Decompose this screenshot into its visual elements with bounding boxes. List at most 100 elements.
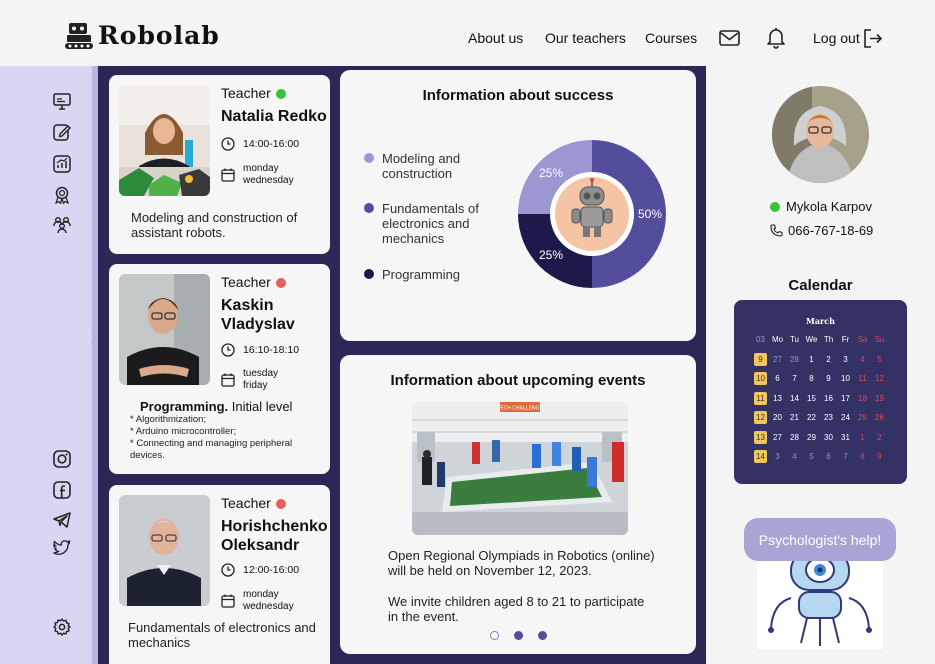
event-photo[interactable]: TECH CHALLENGE xyxy=(412,402,628,535)
group-icon[interactable] xyxy=(53,216,71,234)
calendar-day[interactable]: 20 xyxy=(773,413,782,422)
calendar-title: Calendar xyxy=(788,277,853,294)
calendar-widget: March 03 Mo Tu We Th Fr Sa Su 9 27 28 1 2 3 4 5 10 6 7 8 9 10… xyxy=(734,300,907,484)
calendar-day[interactable]: 16 xyxy=(824,394,833,403)
calendar-day[interactable]: 7 xyxy=(843,452,847,461)
carousel-dot[interactable] xyxy=(514,631,523,640)
calendar-day[interactable]: 29 xyxy=(807,433,816,442)
calendar-day[interactable]: 17 xyxy=(841,394,850,403)
calendar-day[interactable]: 1 xyxy=(809,355,813,364)
calendar-day[interactable]: 26 xyxy=(875,413,884,422)
calendar-day[interactable]: 27 xyxy=(773,433,782,442)
bell-icon[interactable] xyxy=(767,27,785,49)
teacher-card[interactable]: Teacher Natalia Redko 14:00-16:00 monday… xyxy=(109,75,330,254)
calendar-day[interactable]: 18 xyxy=(858,394,867,403)
calendar-week-number: 12 xyxy=(754,411,767,425)
nav-courses[interactable]: Courses xyxy=(645,30,697,46)
calendar-icon xyxy=(221,373,235,387)
calendar-day[interactable]: 3 xyxy=(775,452,779,461)
logo[interactable]: Robolab xyxy=(64,20,220,50)
calendar-day[interactable]: 8 xyxy=(860,452,864,461)
top-header: Robolab About us Our teachers Courses Lo… xyxy=(0,0,935,66)
teacher-description: Fundamentals of electronics and mechanic… xyxy=(128,620,316,650)
calendar-day-header: Sa xyxy=(857,335,868,345)
nav-about-us[interactable]: About us xyxy=(468,30,523,46)
teacher-card[interactable]: Teacher Horishchenko Oleksandr 12:00-16:… xyxy=(109,485,330,664)
teacher-description: Modeling and construction of assistant r… xyxy=(131,210,298,240)
course-bullets: * Algorithmization; * Arduino microcontr… xyxy=(130,414,293,461)
calendar-day[interactable]: 19 xyxy=(875,394,884,403)
sidebar xyxy=(0,66,98,664)
calendar-day[interactable]: 4 xyxy=(860,355,864,364)
status-dot-offline xyxy=(275,499,286,510)
mail-icon[interactable] xyxy=(719,29,740,47)
profile-phone-row: 066-767-18-69 xyxy=(770,223,873,238)
award-icon[interactable] xyxy=(53,186,71,204)
calendar-day[interactable]: 5 xyxy=(877,355,881,364)
pie-label: 25% xyxy=(539,166,563,180)
calendar-day[interactable]: 9 xyxy=(877,452,881,461)
calendar-day[interactable]: 25 xyxy=(858,413,867,422)
calendar-day[interactable]: 27 xyxy=(773,355,782,364)
teacher-card[interactable]: Teacher Kaskin Vladyslav 16:10-18:10 tue… xyxy=(109,264,330,474)
events-panel: Information about upcoming events TECH C… xyxy=(340,355,696,654)
legend-dot xyxy=(364,203,374,213)
status-dot-offline xyxy=(275,278,286,289)
calendar-day[interactable]: 10 xyxy=(841,374,850,383)
status-dot-online xyxy=(275,89,286,100)
calendar-day[interactable]: 24 xyxy=(841,413,850,422)
app-root: Robolab About us Our teachers Courses Lo… xyxy=(0,0,935,664)
teacher-role: Teacher xyxy=(221,495,286,511)
calendar-day[interactable]: 28 xyxy=(790,433,799,442)
calendar-day[interactable]: 30 xyxy=(824,433,833,442)
calendar-day[interactable]: 2 xyxy=(877,433,881,442)
success-title: Information about success xyxy=(422,87,614,104)
legend-item: Modeling and construction xyxy=(364,151,477,181)
calendar-day[interactable]: 15 xyxy=(807,394,816,403)
settings-icon[interactable] xyxy=(53,618,71,636)
edit-icon[interactable] xyxy=(53,123,71,141)
instagram-icon[interactable] xyxy=(53,450,71,468)
calendar-day[interactable]: 12 xyxy=(875,374,884,383)
telegram-icon[interactable] xyxy=(53,511,71,529)
calendar-day[interactable]: 5 xyxy=(809,452,813,461)
calendar-day[interactable]: 8 xyxy=(809,374,813,383)
calendar-day[interactable]: 23 xyxy=(824,413,833,422)
calendar-day[interactable]: 14 xyxy=(790,394,799,403)
twitter-icon[interactable] xyxy=(53,539,71,557)
calendar-day[interactable]: 22 xyxy=(807,413,816,422)
events-title: Information about upcoming events xyxy=(390,372,646,389)
calendar-day[interactable]: 3 xyxy=(843,355,847,364)
clock-icon xyxy=(221,343,235,357)
calendar-day[interactable]: 2 xyxy=(826,355,830,364)
carousel-dot-active[interactable] xyxy=(490,631,499,640)
calendar-day-header: Su xyxy=(874,335,885,345)
calendar-day-header: We xyxy=(805,335,818,345)
calendar-day[interactable]: 9 xyxy=(826,374,830,383)
teacher-photo xyxy=(119,274,210,385)
carousel-dot[interactable] xyxy=(538,631,547,640)
calendar-day[interactable]: 31 xyxy=(841,433,850,442)
stats-icon[interactable] xyxy=(53,155,71,173)
calendar-day[interactable]: 13 xyxy=(773,394,782,403)
calendar-day[interactable]: 21 xyxy=(790,413,799,422)
phone-icon xyxy=(770,224,783,237)
nav-our-teachers[interactable]: Our teachers xyxy=(545,30,626,46)
psychologist-help-button[interactable]: Psychologist's help! xyxy=(744,518,896,561)
monitor-icon[interactable] xyxy=(53,93,71,111)
teacher-role: Teacher xyxy=(221,85,286,101)
avatar[interactable] xyxy=(772,86,869,183)
calendar-day[interactable]: 28 xyxy=(790,355,799,364)
calendar-day[interactable]: 11 xyxy=(858,374,866,383)
calendar-grid: 03 Mo Tu We Th Fr Sa Su 9 27 28 1 2 3 4 5 10 6 7 8 9 10 11 12 11… xyxy=(752,330,888,467)
calendar-day[interactable]: 6 xyxy=(826,452,830,461)
logout-icon[interactable] xyxy=(863,29,883,48)
calendar-day-header: Fr xyxy=(841,335,850,345)
calendar-day[interactable]: 1 xyxy=(860,433,864,442)
calendar-day[interactable]: 4 xyxy=(792,452,796,461)
facebook-icon[interactable] xyxy=(53,481,71,499)
calendar-day[interactable]: 6 xyxy=(775,374,779,383)
calendar-week-number: 13 xyxy=(754,430,767,444)
logout-link[interactable]: Log out xyxy=(813,30,860,46)
calendar-day[interactable]: 7 xyxy=(792,374,796,383)
